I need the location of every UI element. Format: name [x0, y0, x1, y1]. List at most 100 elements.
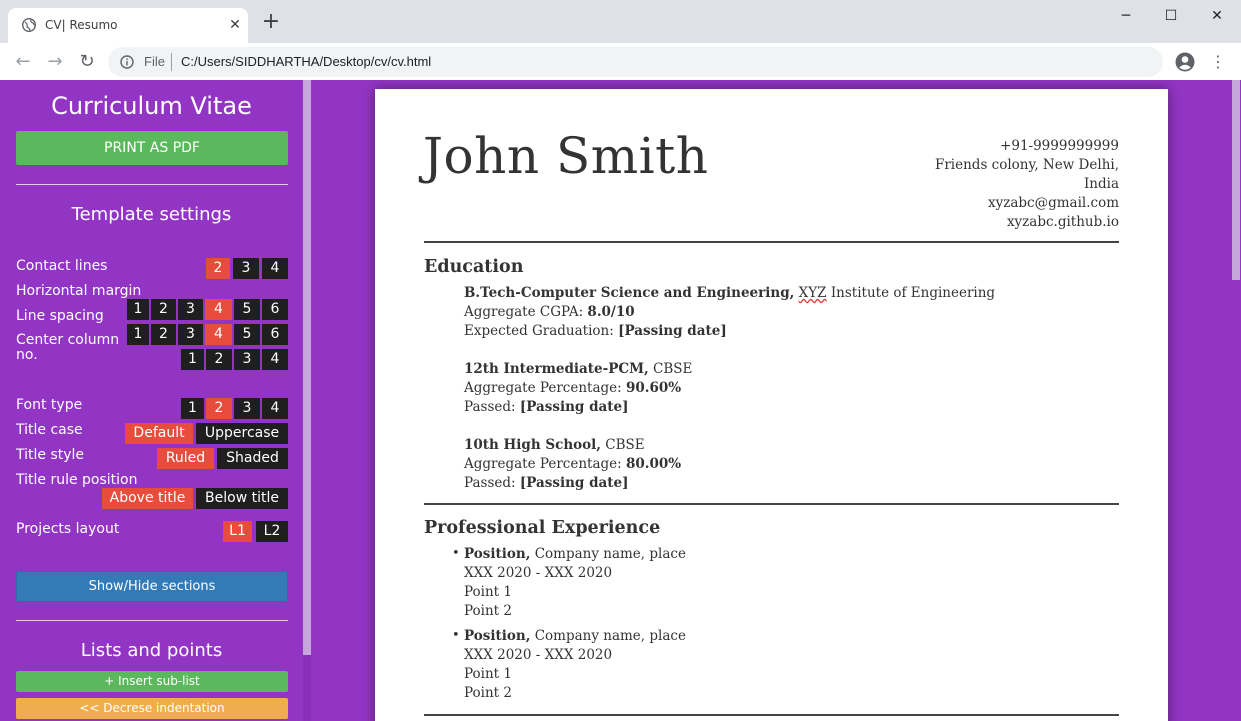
tab-close-icon[interactable]: ✕ — [226, 15, 244, 33]
cv-contact[interactable]: +91-9999999999 Friends colony, New Delhi… — [935, 137, 1119, 232]
browser-tab[interactable]: CV| Resumo ✕ — [8, 8, 248, 43]
contact-line: +91-9999999999 — [1000, 138, 1119, 154]
dates: XXX 2020 - XXX 2020 — [464, 647, 613, 663]
file-scheme-label: File — [144, 54, 165, 69]
line-spacing-option[interactable]: 5 — [234, 324, 260, 345]
font-type-option[interactable]: 1 — [181, 398, 204, 419]
url-text[interactable]: C:/Users/SIDDHARTHA/Desktop/cv/cv.html — [181, 54, 431, 69]
detail-label: Passed: — [464, 399, 520, 415]
line-spacing-option[interactable]: 4 — [205, 324, 232, 345]
point: Point 2 — [464, 685, 512, 701]
browser-toolbar: ← → ↻ File C:/Users/SIDDHARTHA/Desktop/c… — [0, 43, 1241, 81]
line-spacing-option[interactable]: 2 — [151, 324, 176, 345]
detail-label: Aggregate Percentage: — [464, 380, 626, 396]
print-pdf-button[interactable]: PRINT AS PDF — [16, 131, 288, 165]
institution: CBSE — [601, 437, 645, 453]
experience-title[interactable]: Professional Experience — [424, 518, 660, 538]
point: Point 2 — [464, 603, 512, 619]
horizontal-margin-option[interactable]: 6 — [262, 299, 288, 320]
position: Position, — [464, 628, 531, 644]
company: Company name, place — [530, 628, 686, 644]
center-column-option[interactable]: 3 — [234, 349, 260, 370]
contact-line: xyzabc.github.io — [1006, 214, 1119, 230]
horizontal-margin-option[interactable]: 2 — [151, 299, 176, 320]
line-spacing-option[interactable]: 3 — [178, 324, 203, 345]
horizontal-margin-option[interactable]: 1 — [127, 299, 149, 320]
education-title[interactable]: Education — [424, 257, 523, 277]
center-column-option[interactable]: 1 — [181, 349, 204, 370]
title-rule-position-option[interactable]: Above title — [102, 488, 193, 509]
center-column-option[interactable]: 4 — [262, 349, 288, 370]
decrease-indentation-button[interactable]: << Decrese indentation — [16, 698, 288, 719]
title-style-label: Title style — [16, 447, 85, 463]
education-entry[interactable]: B.Tech-Computer Science and Engineering,… — [464, 284, 995, 341]
institution: Institute of Engineering — [826, 285, 996, 301]
position: Position, — [464, 546, 531, 562]
bullet-icon: • — [452, 628, 460, 643]
page-scrollbar-thumb[interactable] — [1232, 80, 1240, 280]
detail-value: [Passing date] — [618, 323, 727, 339]
settings-sidebar: Curriculum Vitae PRINT AS PDF Template s… — [0, 80, 303, 721]
detail-value: [Passing date] — [519, 399, 629, 415]
template-settings-heading: Template settings — [71, 204, 232, 225]
section-rule — [424, 714, 1119, 716]
contact-lines-option[interactable]: 4 — [262, 258, 288, 279]
title-rule-position-option[interactable]: Below title — [196, 488, 288, 509]
reload-icon[interactable]: ↻ — [76, 51, 98, 73]
contact-lines-label: Contact lines — [16, 258, 108, 274]
point: Point 1 — [464, 666, 512, 682]
experience-entry[interactable]: Position, Company name, place XXX 2020 -… — [464, 627, 686, 703]
show-hide-sections-button[interactable]: Show/Hide sections — [16, 571, 288, 602]
insert-sublist-button[interactable]: + Insert sub-list — [16, 671, 288, 692]
profile-icon[interactable] — [1175, 52, 1195, 72]
center-column-option[interactable]: 2 — [206, 349, 232, 370]
maximize-icon[interactable]: ☐ — [1148, 4, 1194, 28]
company: Company name, place — [530, 546, 686, 562]
education-entry[interactable]: 12th Intermediate-PCM, CBSE Aggregate Pe… — [464, 360, 692, 417]
contact-lines-option[interactable]: 2 — [206, 258, 230, 279]
detail-value: 80.00% — [625, 456, 682, 472]
address-bar[interactable]: File C:/Users/SIDDHARTHA/Desktop/cv/cv.h… — [108, 47, 1163, 77]
projects-layout-label: Projects layout — [16, 521, 120, 537]
dates: XXX 2020 - XXX 2020 — [464, 565, 613, 581]
page-viewport: Curriculum Vitae PRINT AS PDF Template s… — [0, 80, 1241, 721]
detail-label: Aggregate CGPA: — [464, 304, 588, 320]
sidebar-scrollbar-thumb[interactable] — [303, 80, 311, 655]
title-style-option[interactable]: Shaded — [217, 448, 288, 469]
title-case-option[interactable]: Uppercase — [196, 423, 288, 444]
title-case-option[interactable]: Default — [125, 423, 193, 444]
horizontal-margin-option[interactable]: 4 — [205, 299, 232, 320]
title-rule-position-label: Title rule position — [16, 472, 138, 488]
line-spacing-option[interactable]: 1 — [127, 324, 149, 345]
line-spacing-option[interactable]: 6 — [262, 324, 288, 345]
back-icon[interactable]: ← — [12, 51, 34, 73]
font-type-option[interactable]: 2 — [206, 398, 232, 419]
projects-layout-option[interactable]: L2 — [256, 521, 288, 542]
font-type-option[interactable]: 4 — [262, 398, 288, 419]
new-tab-button[interactable]: + — [260, 11, 282, 34]
point: Point 1 — [464, 584, 512, 600]
cv-name[interactable]: John Smith — [423, 127, 708, 185]
horizontal-margin-option[interactable]: 5 — [234, 299, 260, 320]
title-style-option[interactable]: Ruled — [157, 448, 214, 469]
menu-icon[interactable]: ⋮ — [1210, 52, 1226, 72]
contact-line: xyzabc@gmail.com — [987, 195, 1119, 211]
horizontal-margin-option[interactable]: 3 — [178, 299, 203, 320]
contact-line: Friends colony, New Delhi, — [934, 157, 1119, 173]
lists-points-heading: Lists and points — [80, 640, 223, 661]
info-icon[interactable] — [120, 55, 134, 69]
experience-entry[interactable]: Position, Company name, place XXX 2020 -… — [464, 545, 686, 621]
degree: 12th Intermediate-PCM, — [464, 361, 649, 377]
center-column-label: Center column no. — [16, 332, 120, 363]
degree: 10th High School, — [464, 437, 601, 453]
contact-lines-option[interactable]: 3 — [233, 258, 259, 279]
horizontal-margin-label: Horizontal margin — [16, 283, 142, 299]
minimize-icon[interactable]: ─ — [1103, 4, 1149, 28]
education-entry[interactable]: 10th High School, CBSE Aggregate Percent… — [464, 436, 681, 493]
divider — [16, 184, 288, 185]
window-close-icon[interactable]: ✕ — [1194, 4, 1240, 28]
projects-layout-option[interactable]: L1 — [223, 521, 252, 542]
detail-value: 8.0/10 — [587, 304, 635, 320]
font-type-option[interactable]: 3 — [234, 398, 260, 419]
forward-icon[interactable]: → — [44, 51, 66, 73]
